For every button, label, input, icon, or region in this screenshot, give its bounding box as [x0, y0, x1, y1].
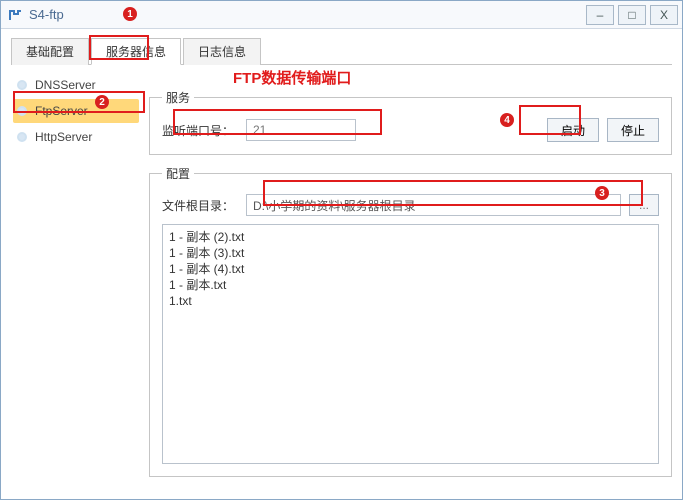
port-label: 监听端口号：	[162, 122, 238, 139]
sidebar-label-dns: DNSServer	[35, 78, 96, 92]
file-item[interactable]: 1 - 副本 (2).txt	[169, 229, 652, 245]
maximize-button[interactable]: □	[618, 5, 646, 25]
app-icon	[7, 7, 23, 23]
tab-log-label: 日志信息	[198, 45, 246, 59]
tab-bar: 基础配置 服务器信息 日志信息	[11, 37, 672, 65]
server-sidebar: DNSServer FtpServer HttpServer	[11, 71, 141, 491]
file-list[interactable]: 1 - 副本 (2).txt1 - 副本 (3).txt1 - 副本 (4).t…	[162, 224, 659, 464]
tab-basic[interactable]: 基础配置	[11, 38, 89, 65]
stop-button[interactable]: 停止	[607, 118, 659, 142]
close-button[interactable]: X	[650, 5, 678, 25]
sidebar-item-http[interactable]: HttpServer	[13, 125, 139, 149]
file-item[interactable]: 1 - 副本 (4).txt	[169, 261, 652, 277]
window-title: S4-ftp	[29, 7, 64, 22]
tab-server[interactable]: 服务器信息	[91, 38, 181, 65]
service-legend: 服务	[162, 89, 194, 106]
file-item[interactable]: 1 - 副本.txt	[169, 277, 652, 293]
root-dir-input[interactable]	[246, 194, 621, 216]
config-legend: 配置	[162, 165, 194, 182]
status-dot-icon	[17, 132, 27, 142]
port-input[interactable]	[246, 119, 356, 141]
status-dot-icon	[17, 80, 27, 90]
tab-log[interactable]: 日志信息	[183, 38, 261, 65]
section-heading: FTP数据传输端口	[233, 67, 351, 88]
sidebar-item-dns[interactable]: DNSServer	[13, 73, 139, 97]
sidebar-item-ftp[interactable]: FtpServer	[13, 99, 139, 123]
status-dot-icon	[17, 106, 27, 116]
minimize-button[interactable]: –	[586, 5, 614, 25]
main-panel: FTP数据传输端口 服务 监听端口号： 启动 停止 配置 文件根目录：	[149, 71, 672, 491]
app-window: S4-ftp – □ X 基础配置 服务器信息 日志信息 DNSServer F…	[0, 0, 683, 500]
file-item[interactable]: 1.txt	[169, 293, 652, 309]
config-fieldset: 配置 文件根目录： ... 1 - 副本 (2).txt1 - 副本 (3).t…	[149, 165, 672, 477]
sidebar-label-http: HttpServer	[35, 130, 92, 144]
tab-server-label: 服务器信息	[106, 45, 166, 59]
start-button[interactable]: 启动	[547, 118, 599, 142]
service-fieldset: 服务 监听端口号： 启动 停止	[149, 89, 672, 155]
sidebar-label-ftp: FtpServer	[35, 104, 88, 118]
tab-basic-label: 基础配置	[26, 45, 74, 59]
browse-button[interactable]: ...	[629, 194, 659, 216]
title-bar: S4-ftp – □ X	[1, 1, 682, 29]
file-item[interactable]: 1 - 副本 (3).txt	[169, 245, 652, 261]
root-dir-label: 文件根目录：	[162, 197, 238, 214]
